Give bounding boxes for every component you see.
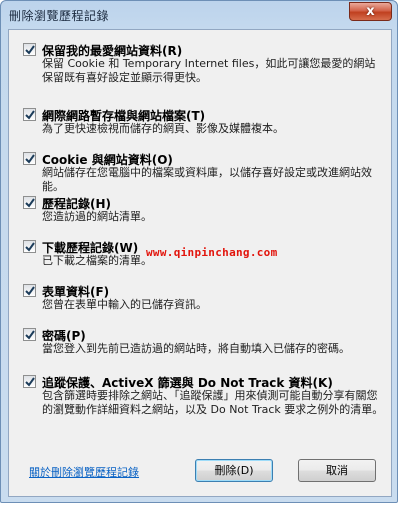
checkmark-icon xyxy=(25,198,35,208)
checkmark-icon xyxy=(25,286,35,296)
cookies-checkbox[interactable] xyxy=(23,152,36,165)
download-history-checkbox[interactable] xyxy=(23,240,36,253)
about-delete-history-link[interactable]: 關於刪除瀏覽歷程記錄 xyxy=(29,464,139,480)
preserve-favorites-checkbox[interactable] xyxy=(23,43,36,56)
close-button[interactable]: x xyxy=(349,2,392,21)
checkmark-icon xyxy=(25,154,35,164)
checkmark-icon xyxy=(25,110,35,120)
dialog-title: 刪除瀏覽歷程記錄 xyxy=(9,9,110,23)
option-description: 網站儲存在您電腦中的檔案或資料庫，以儲存喜好設定或改進網站效能。 xyxy=(42,166,372,193)
title-bar: 刪除瀏覽歷程記錄 x xyxy=(1,1,397,29)
passwords-checkbox[interactable] xyxy=(23,328,36,341)
delete-browsing-history-dialog: 刪除瀏覽歷程記錄 x 保留我的最愛網站資料(R) 保留 Cookie 和 Tem… xyxy=(0,0,398,503)
close-icon: x xyxy=(366,4,375,19)
option-description: 您曾在表單中輸入的已儲存資訊。 xyxy=(42,298,207,311)
option-description: 為了更快速檢視而儲存的網頁、影像及媒體複本。 xyxy=(42,122,284,135)
checkmark-icon xyxy=(25,330,35,340)
watermark-text: www.qinpinchang.com xyxy=(146,246,278,259)
option-description: 保留 Cookie 和 Temporary Internet files，如此可… xyxy=(42,57,376,84)
cancel-button[interactable]: 取消 xyxy=(298,459,376,482)
checkmark-icon xyxy=(25,242,35,252)
dialog-body: 保留我的最愛網站資料(R) 保留 Cookie 和 Temporary Inte… xyxy=(8,29,392,497)
tracking-protection-checkbox[interactable] xyxy=(23,375,36,388)
history-checkbox[interactable] xyxy=(23,196,36,209)
checkmark-icon xyxy=(25,45,35,55)
temporary-files-checkbox[interactable] xyxy=(23,108,36,121)
form-data-checkbox[interactable] xyxy=(23,284,36,297)
option-description: 當您登入到先前已造訪過的網站時，將自動填入已儲存的密碼。 xyxy=(42,342,350,355)
option-description: 包含篩選時要排除之網站、「追蹤保護」用來偵測可能自動分享有關您的瀏覽動作詳細資料… xyxy=(42,389,384,416)
option-description: 您造訪過的網站清單。 xyxy=(42,210,152,223)
checkmark-icon xyxy=(25,377,35,387)
delete-button[interactable]: 刪除(D) xyxy=(195,459,273,482)
